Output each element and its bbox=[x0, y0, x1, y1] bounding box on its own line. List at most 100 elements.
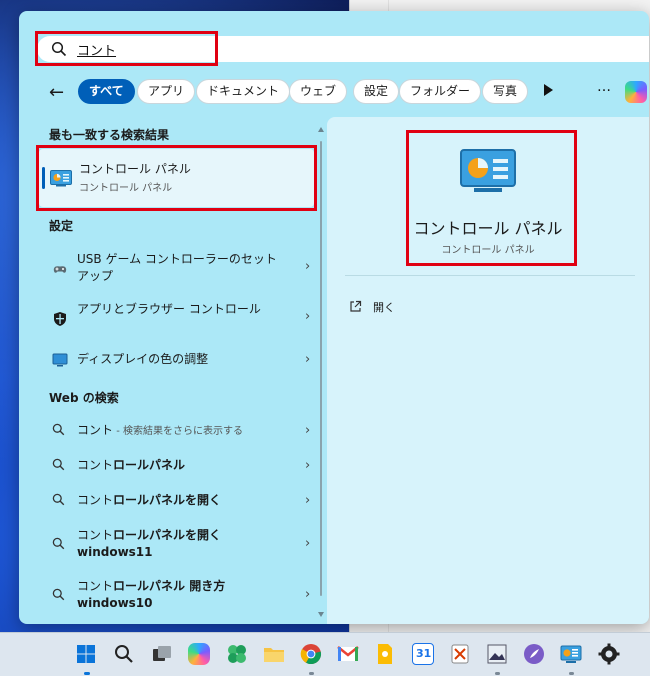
preview-pane: コントロール パネル コントロール パネル 開く bbox=[327, 117, 649, 624]
search-icon bbox=[52, 458, 65, 471]
divider bbox=[345, 275, 635, 276]
web-result-4[interactable]: コントロールパネル 開き方 windows10 › bbox=[39, 578, 314, 614]
web-result-text: コントロールパネル 開き方 windows10 bbox=[77, 578, 277, 612]
web-result-bold: ロールパネルを開く bbox=[113, 528, 222, 542]
web-result-prefix: コント bbox=[77, 493, 114, 507]
web-result-text: コント - 検索結果をさらに表示する bbox=[77, 422, 307, 440]
search-icon bbox=[52, 588, 65, 601]
web-search-heading: Web の検索 bbox=[49, 391, 119, 405]
control-panel-icon bbox=[50, 170, 72, 187]
search-input[interactable]: コント bbox=[37, 36, 649, 62]
web-result-2[interactable]: コントロールパネルを開く › bbox=[39, 490, 314, 512]
chrome-icon[interactable] bbox=[300, 643, 322, 665]
widgets-icon[interactable] bbox=[226, 643, 248, 665]
best-match-title: コントロール パネル bbox=[79, 162, 191, 176]
monitor-icon bbox=[52, 353, 68, 367]
web-result-text: コントロールパネル bbox=[77, 457, 277, 474]
selection-accent bbox=[42, 167, 45, 189]
web-result-text: コントロールパネルを開く bbox=[77, 492, 277, 509]
scroll-up-icon[interactable] bbox=[318, 127, 324, 132]
chevron-right-icon: › bbox=[305, 352, 311, 367]
photos-editor-icon[interactable] bbox=[486, 643, 508, 665]
results-scrollbar[interactable] bbox=[318, 127, 324, 617]
search-icon bbox=[51, 41, 67, 57]
open-external-icon bbox=[350, 300, 362, 312]
chevron-right-icon: › bbox=[305, 423, 311, 438]
gamepad-icon bbox=[53, 266, 67, 273]
start-icon[interactable] bbox=[75, 643, 97, 665]
search-icon[interactable] bbox=[113, 643, 135, 665]
search-query: コント bbox=[77, 44, 117, 59]
settings-item-label: USB ゲーム コントローラーのセットアップ bbox=[77, 252, 277, 283]
scrollbar-thumb[interactable] bbox=[320, 141, 322, 596]
web-result-prefix: コント bbox=[77, 528, 114, 542]
chevron-right-icon: › bbox=[305, 458, 311, 473]
web-result-label: コント bbox=[77, 423, 114, 437]
settings-item-label: アプリとブラウザー コントロール bbox=[77, 302, 261, 316]
chevron-right-icon: › bbox=[305, 309, 311, 324]
chip-documents[interactable]: ドキュメント bbox=[196, 79, 291, 104]
search-icon bbox=[52, 423, 65, 436]
search-panel: コント ← すべて アプリ ドキュメント ウェブ 設定 フォルダー 写真 … 最… bbox=[19, 11, 649, 624]
preview-title: コントロール パネル bbox=[413, 219, 563, 238]
gmail-icon[interactable] bbox=[337, 643, 359, 665]
file-explorer-icon[interactable] bbox=[263, 643, 285, 665]
chip-apps[interactable]: アプリ bbox=[137, 79, 196, 104]
scroll-down-icon[interactable] bbox=[318, 612, 324, 617]
chip-photos[interactable]: 写真 bbox=[482, 79, 529, 104]
web-result-1[interactable]: コントロールパネル › bbox=[39, 455, 314, 477]
settings-item-app-browser-control[interactable]: アプリとブラウザー コントロール › bbox=[39, 301, 314, 339]
calendar-date: 31 bbox=[416, 647, 432, 660]
web-result-prefix: コント bbox=[77, 579, 114, 593]
settings-item-label: ディスプレイの色の調整 bbox=[77, 352, 209, 366]
settings-item-usb-controller[interactable]: USB ゲーム コントローラーのセットアップ › bbox=[39, 249, 314, 287]
taskbar: 31 bbox=[0, 632, 650, 676]
shield-icon bbox=[54, 312, 66, 326]
web-result-3[interactable]: コントロールパネルを開く windows11 › bbox=[39, 527, 314, 563]
best-match-result[interactable]: コントロール パネル コントロール パネル bbox=[39, 149, 314, 207]
chip-all[interactable]: すべて bbox=[78, 79, 135, 104]
web-result-bold: ロールパネルを開く bbox=[113, 493, 222, 507]
settings-item-display-color[interactable]: ディスプレイの色の調整 › bbox=[39, 349, 314, 371]
chevron-right-icon: › bbox=[305, 536, 311, 551]
chevron-right-icon: › bbox=[305, 587, 311, 602]
open-label: 開く bbox=[373, 301, 395, 314]
preview-subtitle: コントロール パネル bbox=[441, 245, 535, 256]
search-icon bbox=[52, 537, 65, 550]
chip-web[interactable]: ウェブ bbox=[289, 79, 348, 104]
chip-folders[interactable]: フォルダー bbox=[399, 79, 482, 104]
chip-settings[interactable]: 設定 bbox=[353, 79, 400, 104]
web-result-text: コントロールパネルを開く windows11 bbox=[77, 527, 277, 561]
keep-icon[interactable] bbox=[374, 643, 396, 665]
best-match-subtitle: コントロール パネル bbox=[79, 183, 173, 194]
play-icon[interactable] bbox=[544, 84, 553, 96]
web-result-line2: windows11 bbox=[77, 545, 153, 559]
settings-icon[interactable] bbox=[598, 643, 620, 665]
control-panel-icon[interactable] bbox=[560, 643, 582, 665]
control-panel-icon bbox=[460, 149, 516, 192]
best-match-heading: 最も一致する検索結果 bbox=[49, 128, 170, 142]
chevron-right-icon: › bbox=[305, 493, 311, 508]
paint-icon[interactable] bbox=[523, 643, 545, 665]
snipping-tool-icon[interactable] bbox=[449, 643, 471, 665]
back-arrow-icon[interactable]: ← bbox=[49, 82, 64, 103]
web-result-0[interactable]: コント - 検索結果をさらに表示する › bbox=[39, 420, 314, 442]
search-icon bbox=[52, 493, 65, 506]
chevron-right-icon: › bbox=[305, 259, 311, 274]
running-indicator bbox=[495, 672, 500, 675]
web-result-bold: ロールパネル 開き方 bbox=[113, 579, 226, 593]
copilot-icon[interactable] bbox=[188, 643, 210, 665]
running-indicator bbox=[569, 672, 574, 675]
copilot-icon[interactable] bbox=[625, 81, 647, 103]
task-view-icon[interactable] bbox=[151, 643, 173, 665]
more-icon[interactable]: … bbox=[597, 79, 612, 95]
web-result-line2: windows10 bbox=[77, 596, 153, 610]
web-result-note: - 検索結果をさらに表示する bbox=[113, 426, 243, 437]
active-indicator bbox=[84, 672, 90, 675]
running-indicator bbox=[309, 672, 314, 675]
settings-heading: 設定 bbox=[49, 219, 74, 233]
calendar-icon[interactable]: 31 bbox=[412, 643, 434, 665]
filter-bar: ← すべて アプリ ドキュメント ウェブ 設定 フォルダー 写真 … bbox=[19, 79, 649, 105]
web-result-prefix: コント bbox=[77, 458, 114, 472]
web-result-bold: ロールパネル bbox=[113, 458, 186, 472]
